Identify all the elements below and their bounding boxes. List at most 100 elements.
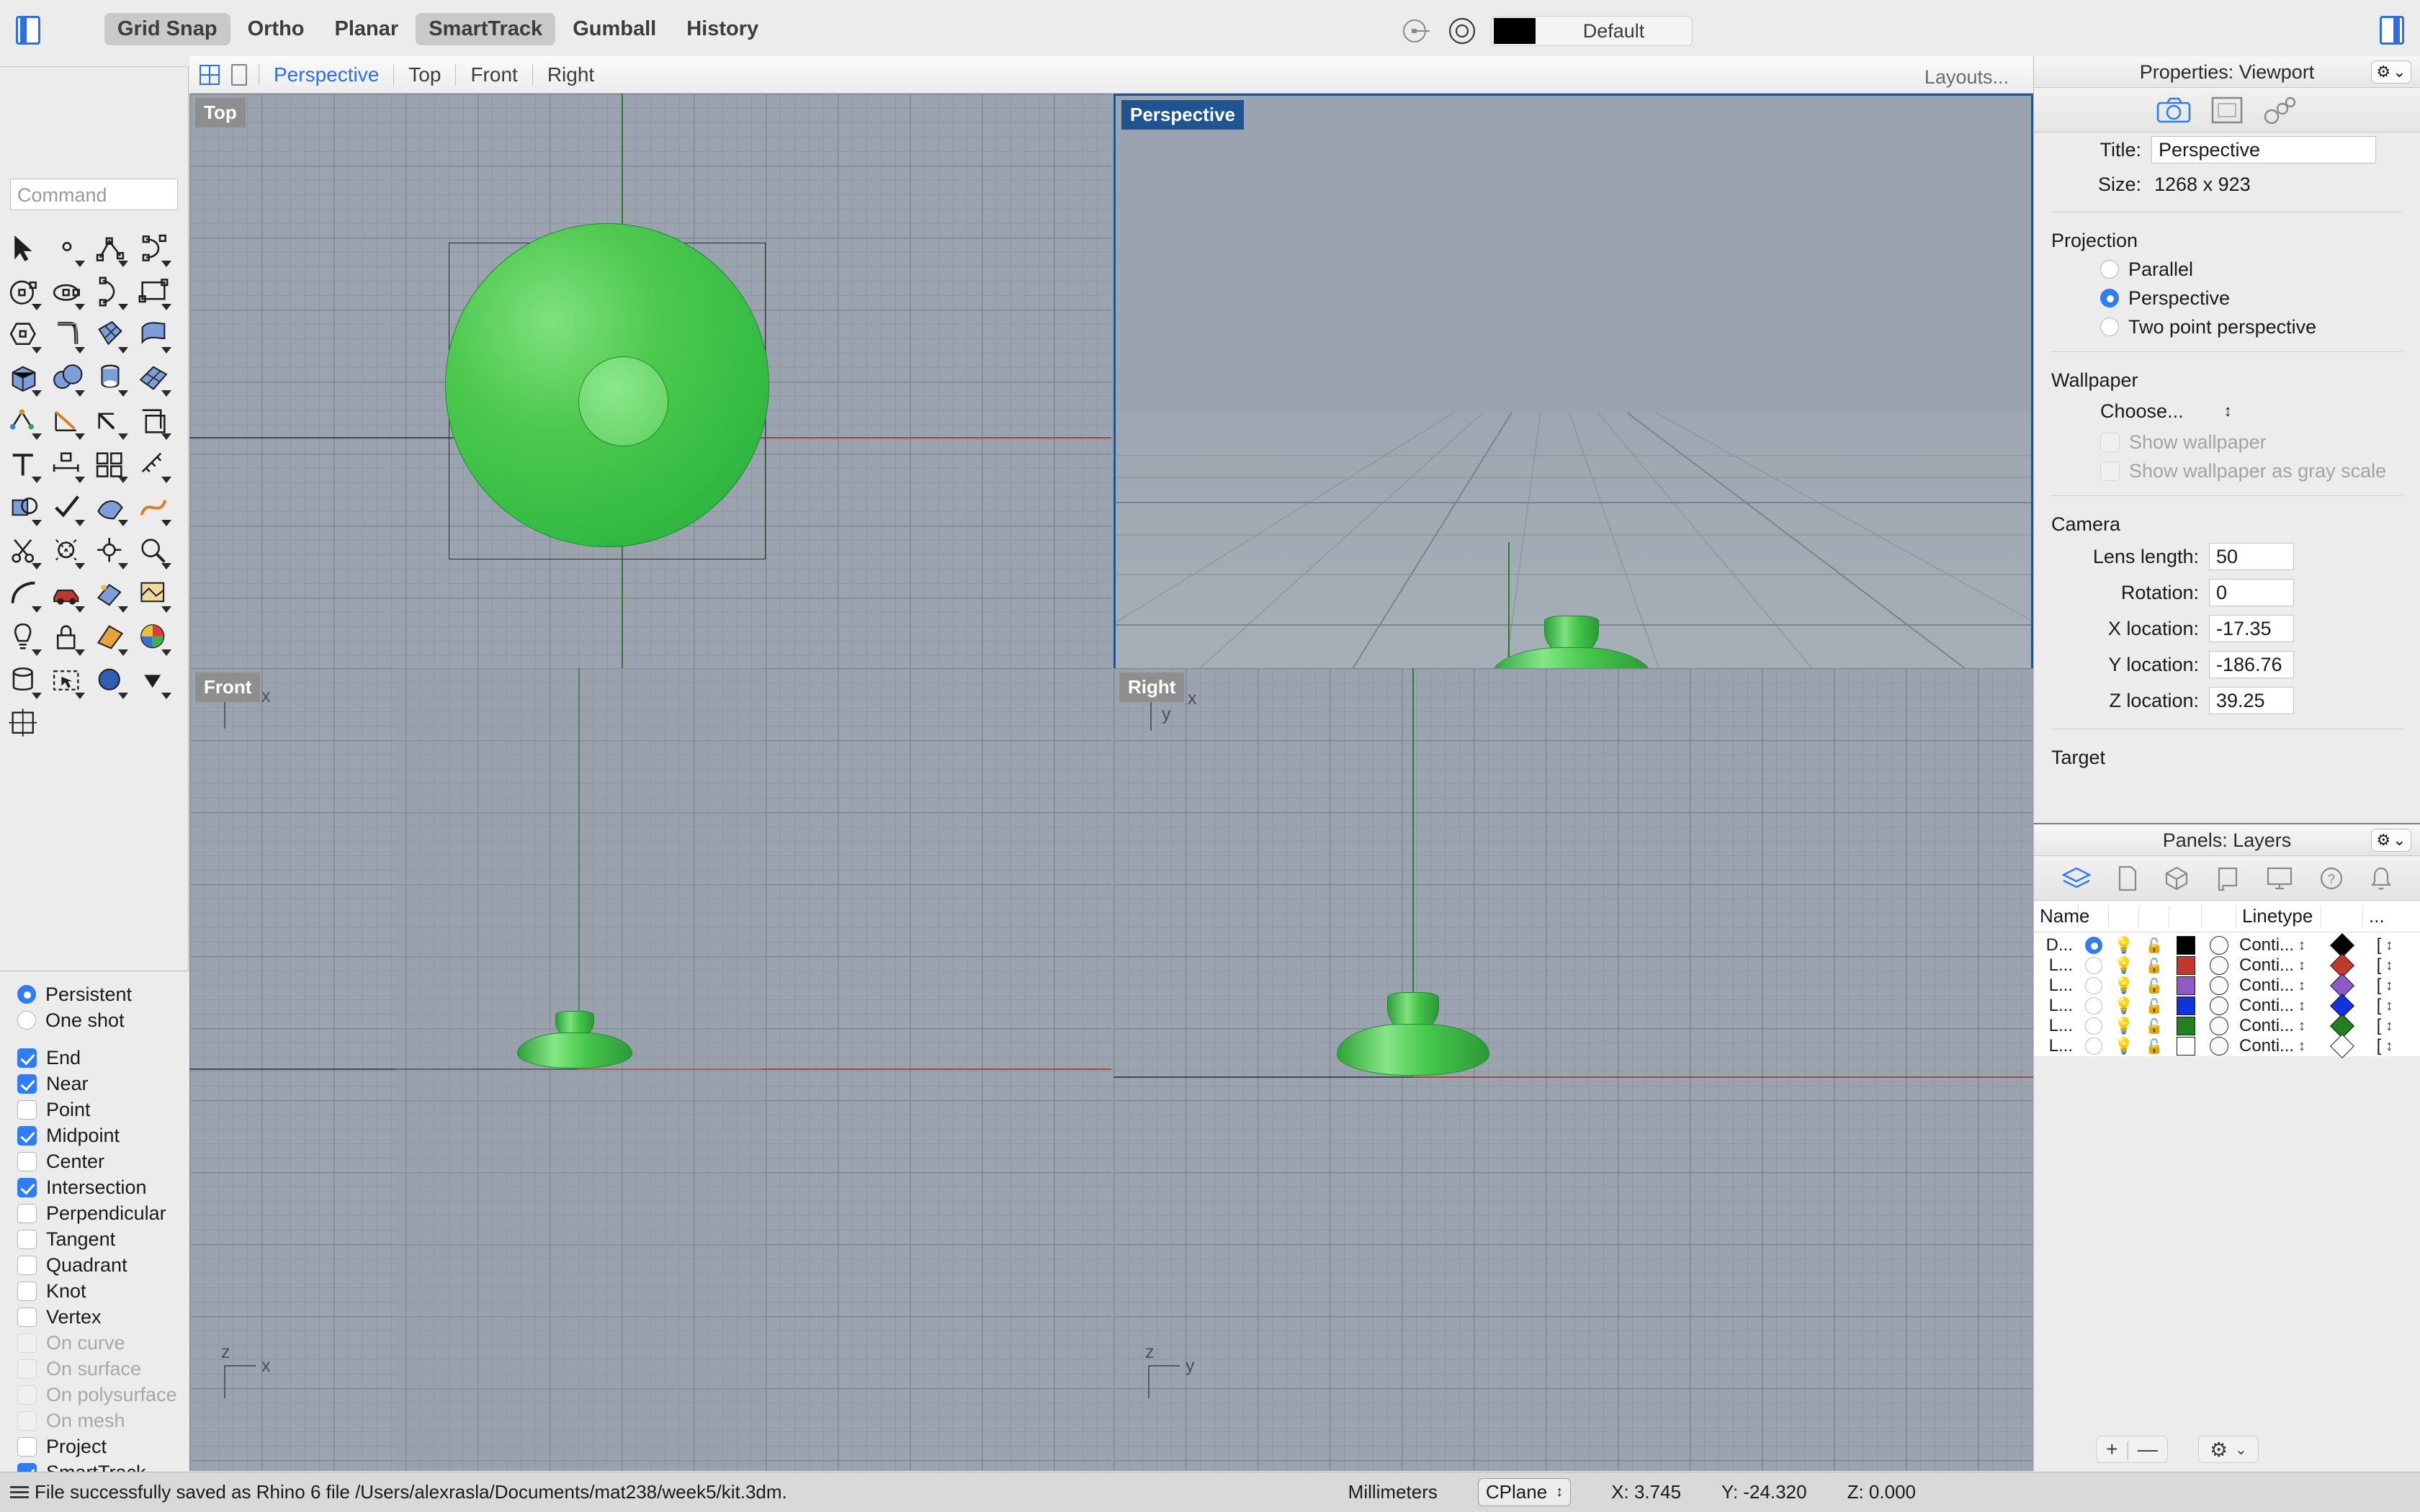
tool-cylinder[interactable] [2, 659, 45, 702]
chevron-updown-icon[interactable]: ↕ [2385, 1018, 2393, 1035]
tool-measure[interactable] [132, 443, 175, 486]
table-row[interactable]: L...💡🔓Conti...↕[↕ [2034, 955, 2420, 976]
help-icon[interactable]: ? [2318, 865, 2344, 891]
tool-sphere[interactable] [45, 356, 89, 400]
tool-flyout-arrow-icon[interactable] [32, 477, 42, 483]
mode-history[interactable]: History [673, 13, 771, 45]
tab-right[interactable]: Right [544, 63, 597, 86]
viewport-front[interactable]: Front z x [189, 668, 1111, 1471]
camera-field-input[interactable]: 0 [2209, 579, 2294, 606]
set-cplane-icon[interactable] [1401, 16, 1431, 46]
lightbulb-icon[interactable]: 💡 [2109, 1037, 2139, 1056]
target-icon[interactable] [1447, 16, 1477, 46]
layer-print-width-cell[interactable]: [↕ [2363, 996, 2406, 1016]
chevron-updown-icon[interactable]: ↕ [2385, 1038, 2393, 1055]
cplane-selector[interactable]: CPlane ↕ [1478, 1478, 1571, 1506]
wallpaper-choose-dropdown[interactable]: Choose... ↕ [2034, 395, 2420, 428]
radio-one-shot-icon[interactable] [17, 1011, 36, 1030]
tool-selection-window[interactable] [45, 659, 89, 702]
tool-flyout-arrow-icon[interactable] [161, 693, 171, 699]
tool-flyout-arrow-icon[interactable] [118, 693, 128, 699]
tool-material[interactable] [89, 616, 132, 659]
tool-flyout-arrow-icon[interactable] [75, 433, 85, 440]
tab-front[interactable]: Front [467, 63, 520, 86]
layer-current-cell[interactable] [2079, 997, 2109, 1014]
camera-icon[interactable] [2156, 96, 2192, 125]
tool-flyout-arrow-icon[interactable] [75, 477, 85, 483]
layer-print-color-cell[interactable] [2321, 977, 2363, 994]
tool-flyout-arrow-icon[interactable] [161, 261, 171, 267]
tool-flyout-arrow-icon[interactable] [32, 693, 42, 699]
layer-linetype-cell[interactable]: Conti...↕ [2236, 1036, 2321, 1056]
tool-polyline[interactable] [89, 227, 132, 270]
mode-ortho[interactable]: Ortho [235, 13, 318, 45]
tool-analyze[interactable] [132, 529, 175, 572]
mode-gumball[interactable]: Gumball [560, 13, 669, 45]
lightbulb-icon[interactable]: 💡 [2109, 976, 2139, 995]
layer-material-cell[interactable] [2202, 936, 2236, 955]
osnap-row-end[interactable]: End [17, 1045, 189, 1071]
tool-explode[interactable] [89, 529, 132, 572]
unlock-icon[interactable]: 🔓 [2139, 937, 2169, 955]
tool-ellipse[interactable] [45, 270, 89, 313]
chevron-updown-icon[interactable]: ↕ [2298, 1018, 2305, 1035]
add-remove-layer-buttons[interactable]: + | — [2096, 1436, 2168, 1463]
camera-field-input[interactable]: -186.76 [2209, 651, 2294, 678]
notes-scroll-icon[interactable] [2215, 865, 2241, 891]
model-lamp-right[interactable] [1337, 992, 1489, 1077]
osnap-row-knot[interactable]: Knot [17, 1278, 189, 1304]
viewport-right[interactable]: Right z y [1113, 668, 2033, 1471]
remove-layer-icon[interactable]: — [2138, 1438, 2158, 1461]
tool-flyout-arrow-icon[interactable] [75, 649, 85, 656]
layer-material-cell[interactable] [2202, 976, 2236, 995]
tool-transform[interactable] [2, 400, 45, 443]
tool-torus[interactable] [89, 356, 132, 400]
layer-print-color-cell[interactable] [2321, 997, 2363, 1014]
osnap-row-point[interactable]: Point [17, 1097, 189, 1122]
camera-field-input[interactable]: 39.25 [2209, 687, 2294, 714]
unlock-icon[interactable]: 🔓 [2139, 1017, 2169, 1035]
mode-smarttrack[interactable]: SmartTrack [416, 13, 555, 45]
layer-current-cell[interactable] [2079, 1017, 2109, 1035]
viewport-title-input[interactable]: Perspective [2151, 136, 2376, 163]
layer-linetype-cell[interactable]: Conti...↕ [2236, 996, 2321, 1016]
checkbox-knot-icon[interactable] [17, 1282, 37, 1301]
notifications-bell-icon[interactable] [2369, 865, 2393, 891]
layer-material-cell[interactable] [2202, 1017, 2236, 1035]
checkbox-perpendicular-icon[interactable] [17, 1204, 37, 1223]
projection-option-two-point-perspective[interactable]: Two point perspective [2100, 312, 2420, 341]
tool-surface-from-curves[interactable] [89, 313, 132, 356]
tool-transform-grid[interactable] [2, 702, 45, 745]
layer-print-width-cell[interactable]: [↕ [2363, 1016, 2406, 1036]
tool-box[interactable] [2, 356, 45, 400]
tool-flyout-arrow-icon[interactable] [161, 606, 171, 613]
tool-flyout-arrow-icon[interactable] [75, 606, 85, 613]
osnap-row-quadrant[interactable]: Quadrant [17, 1252, 189, 1278]
tool-flyout-arrow-icon[interactable] [32, 606, 42, 613]
camera-field-input[interactable]: -17.35 [2209, 615, 2294, 642]
status-menu-icon[interactable] [10, 1483, 29, 1501]
checkbox-intersection-icon[interactable] [17, 1178, 37, 1197]
display-monitor-icon[interactable] [2265, 865, 2294, 891]
tool-flyout-arrow-icon[interactable] [75, 304, 85, 310]
tool-mesh-plane[interactable] [132, 356, 175, 400]
table-row[interactable]: D...💡🔓Conti...↕[↕ [2034, 935, 2420, 955]
tool-flyout-arrow-icon[interactable] [118, 477, 128, 483]
linked-views-icon[interactable] [2262, 96, 2298, 125]
osnap-row-vertex[interactable]: Vertex [17, 1304, 189, 1330]
tool-flyout-arrow-icon[interactable] [161, 563, 171, 570]
radio-current-layer-icon[interactable] [2085, 997, 2102, 1014]
tool-patch-surface[interactable] [89, 486, 132, 529]
layer-linetype-cell[interactable]: Conti...↕ [2236, 1016, 2321, 1036]
color-swatch[interactable] [2177, 956, 2195, 975]
select-arrow-icon[interactable] [7, 232, 40, 265]
table-row[interactable]: L...💡🔓Conti...↕[↕ [2034, 1036, 2420, 1056]
checkbox-center-icon[interactable] [17, 1152, 37, 1171]
tool-flyout-arrow-icon[interactable] [118, 606, 128, 613]
table-row[interactable]: L...💡🔓Conti...↕[↕ [2034, 1016, 2420, 1036]
tool-flyout-arrow-icon[interactable] [32, 563, 42, 570]
viewport-label-front[interactable]: Front [195, 672, 260, 702]
chevron-updown-icon[interactable]: ↕ [2298, 998, 2305, 1014]
tab-top[interactable]: Top [405, 63, 444, 86]
layers-icon[interactable] [2061, 865, 2092, 891]
